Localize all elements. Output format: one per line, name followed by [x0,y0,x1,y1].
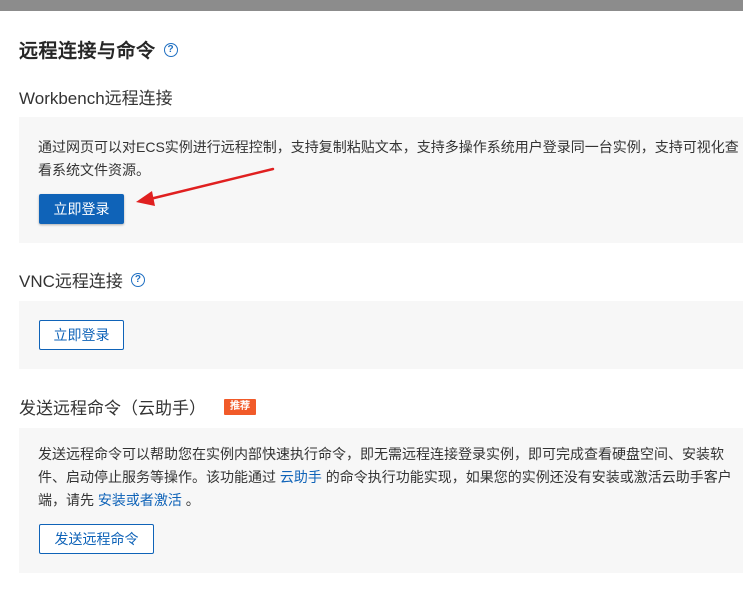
recommend-badge: 推荐 [224,398,256,415]
page-header: 远程连接与命令 ? [19,36,178,63]
cloud-assistant-title: 发送远程命令（云助手） [19,399,206,418]
help-circle-icon[interactable]: ? [130,272,145,287]
cloud-assistant-link[interactable]: 云助手 [280,469,322,485]
vnc-login-button[interactable]: 立即登录 [39,320,124,350]
vnc-title: VNC远程连接 [19,272,123,291]
vnc-section-title: VNC远程连接 ? [19,267,145,292]
cloud-assistant-description: 发送远程命令可以帮助您在实例内部快速执行命令，即无需远程连接登录实例，即可完成查… [38,443,739,512]
page-title: 远程连接与命令 [19,41,156,62]
workbench-description: 通过网页可以对ECS实例进行远程控制，支持复制粘贴文本，支持多操作系统用户登录同… [38,139,739,178]
workbench-section-title: Workbench远程连接 [19,84,173,109]
top-bar [0,0,743,11]
workbench-title: Workbench远程连接 [19,89,173,108]
help-circle-icon[interactable]: ? [163,42,178,57]
cloud-assistant-section-title: 发送远程命令（云助手） 推荐 [19,394,256,419]
description-text-3: 。 [181,492,200,508]
workbench-panel: 通过网页可以对ECS实例进行远程控制，支持复制粘贴文本，支持多操作系统用户登录同… [19,117,743,243]
vnc-panel [19,301,743,369]
workbench-login-button[interactable]: 立即登录 [39,194,124,224]
send-remote-command-button[interactable]: 发送远程命令 [39,524,154,554]
install-or-activate-link[interactable]: 安装或者激活 [98,492,182,508]
